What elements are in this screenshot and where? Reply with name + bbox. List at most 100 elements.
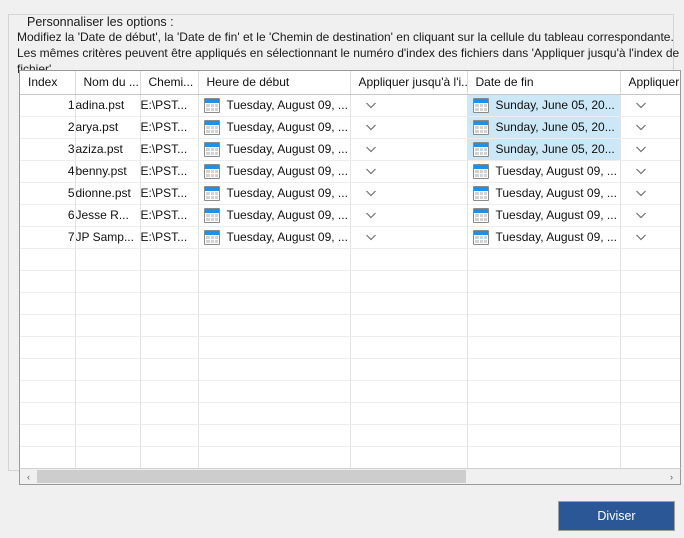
cell-start-time[interactable]: Tuesday, August 09, ...: [198, 138, 350, 160]
calendar-icon[interactable]: [473, 120, 489, 135]
column-header-name[interactable]: Nom du ...: [75, 71, 140, 94]
cell-end-date[interactable]: Tuesday, August 09, ...: [467, 204, 620, 226]
cell-apply-until-index-end[interactable]: [620, 204, 681, 226]
column-header-apply-start[interactable]: Appliquer jusqu'à l'i...: [350, 71, 467, 94]
cell-empty: [350, 446, 467, 468]
calendar-icon[interactable]: [204, 98, 220, 113]
table-row[interactable]: 3aziza.pstE:\PST...Tuesday, August 09, .…: [20, 138, 681, 160]
cell-index[interactable]: 7: [20, 226, 75, 248]
chevron-down-icon[interactable]: [364, 208, 378, 222]
cell-file-name[interactable]: adina.pst: [75, 94, 140, 116]
cell-source-path[interactable]: E:\PST...: [140, 94, 198, 116]
calendar-icon[interactable]: [204, 142, 220, 157]
scrollbar-thumb[interactable]: [37, 470, 466, 483]
cell-index[interactable]: 2: [20, 116, 75, 138]
cell-start-time[interactable]: Tuesday, August 09, ...: [198, 226, 350, 248]
cell-apply-until-index-start[interactable]: [350, 160, 467, 182]
scroll-left-button[interactable]: ‹: [20, 469, 37, 484]
calendar-icon[interactable]: [473, 98, 489, 113]
cell-index[interactable]: 6: [20, 204, 75, 226]
cell-apply-until-index-start[interactable]: [350, 116, 467, 138]
cell-file-name[interactable]: aziza.pst: [75, 138, 140, 160]
table-row[interactable]: 2arya.pstE:\PST...Tuesday, August 09, ..…: [20, 116, 681, 138]
cell-file-name[interactable]: benny.pst: [75, 160, 140, 182]
column-header-index[interactable]: Index: [20, 71, 75, 94]
cell-apply-until-index-end[interactable]: [620, 116, 681, 138]
column-header-apply-end[interactable]: Appliquer jusq: [620, 71, 681, 94]
cell-source-path[interactable]: E:\PST...: [140, 204, 198, 226]
column-header-path[interactable]: Chemi...: [140, 71, 198, 94]
scroll-right-button[interactable]: ›: [663, 469, 680, 484]
cell-apply-until-index-end[interactable]: [620, 138, 681, 160]
cell-file-name[interactable]: Jesse R...: [75, 204, 140, 226]
cell-end-date[interactable]: Tuesday, August 09, ...: [467, 226, 620, 248]
cell-file-name[interactable]: dionne.pst: [75, 182, 140, 204]
cell-source-path[interactable]: E:\PST...: [140, 116, 198, 138]
cell-index[interactable]: 3: [20, 138, 75, 160]
calendar-icon[interactable]: [473, 186, 489, 201]
chevron-down-icon[interactable]: [364, 142, 378, 156]
cell-index[interactable]: 1: [20, 94, 75, 116]
cell-apply-until-index-end[interactable]: [620, 94, 681, 116]
column-header-end-date[interactable]: Date de fin: [467, 71, 620, 94]
cell-apply-until-index-start[interactable]: [350, 182, 467, 204]
cell-file-name[interactable]: arya.pst: [75, 116, 140, 138]
cell-source-path[interactable]: E:\PST...: [140, 182, 198, 204]
split-button[interactable]: Diviser: [558, 501, 675, 531]
chevron-down-icon[interactable]: [634, 208, 648, 222]
chevron-down-icon[interactable]: [364, 120, 378, 134]
cell-end-date[interactable]: Sunday, June 05, 20...: [467, 116, 620, 138]
cell-apply-until-index-start[interactable]: [350, 226, 467, 248]
scrollbar-track[interactable]: [37, 469, 663, 484]
calendar-icon[interactable]: [204, 164, 220, 179]
chevron-down-icon[interactable]: [634, 120, 648, 134]
cell-index[interactable]: 5: [20, 182, 75, 204]
cell-start-time[interactable]: Tuesday, August 09, ...: [198, 160, 350, 182]
cell-apply-until-index-start[interactable]: [350, 204, 467, 226]
calendar-icon[interactable]: [473, 208, 489, 223]
cell-apply-until-index-start[interactable]: [350, 138, 467, 160]
cell-index[interactable]: 4: [20, 160, 75, 182]
chevron-down-icon[interactable]: [364, 230, 378, 244]
cell-start-time[interactable]: Tuesday, August 09, ...: [198, 204, 350, 226]
cell-apply-until-index-start[interactable]: [350, 94, 467, 116]
cell-apply-until-index-end[interactable]: [620, 182, 681, 204]
table-row[interactable]: 5dionne.pstE:\PST...Tuesday, August 09, …: [20, 182, 681, 204]
chevron-down-icon[interactable]: [634, 98, 648, 112]
cell-apply-until-index-end[interactable]: [620, 226, 681, 248]
cell-file-name[interactable]: JP Samp...: [75, 226, 140, 248]
cell-source-path[interactable]: E:\PST...: [140, 160, 198, 182]
chevron-down-icon[interactable]: [364, 164, 378, 178]
cell-source-path[interactable]: E:\PST...: [140, 138, 198, 160]
calendar-icon[interactable]: [204, 208, 220, 223]
column-header-start-time[interactable]: Heure de début: [198, 71, 350, 94]
chevron-down-icon[interactable]: [364, 98, 378, 112]
cell-start-time[interactable]: Tuesday, August 09, ...: [198, 94, 350, 116]
cell-start-time[interactable]: Tuesday, August 09, ...: [198, 182, 350, 204]
cell-source-path[interactable]: E:\PST...: [140, 226, 198, 248]
cell-apply-until-index-end[interactable]: [620, 160, 681, 182]
chevron-down-icon[interactable]: [634, 142, 648, 156]
calendar-icon[interactable]: [204, 230, 220, 245]
chevron-down-icon[interactable]: [634, 186, 648, 200]
cell-end-date[interactable]: Tuesday, August 09, ...: [467, 182, 620, 204]
files-grid[interactable]: Index Nom du ... Chemi... Heure de début…: [19, 70, 681, 485]
cell-start-time[interactable]: Tuesday, August 09, ...: [198, 116, 350, 138]
chevron-down-icon[interactable]: [634, 230, 648, 244]
table-row[interactable]: 7JP Samp...E:\PST...Tuesday, August 09, …: [20, 226, 681, 248]
cell-end-date[interactable]: Sunday, June 05, 20...: [467, 138, 620, 160]
table-row[interactable]: 1adina.pstE:\PST...Tuesday, August 09, .…: [20, 94, 681, 116]
chevron-down-icon[interactable]: [364, 186, 378, 200]
cell-end-date[interactable]: Sunday, June 05, 20...: [467, 94, 620, 116]
calendar-icon[interactable]: [473, 142, 489, 157]
table-row[interactable]: 4benny.pstE:\PST...Tuesday, August 09, .…: [20, 160, 681, 182]
table-row[interactable]: 6Jesse R...E:\PST...Tuesday, August 09, …: [20, 204, 681, 226]
cell-empty: [75, 446, 140, 468]
cell-end-date[interactable]: Tuesday, August 09, ...: [467, 160, 620, 182]
calendar-icon[interactable]: [473, 230, 489, 245]
grid-horizontal-scrollbar[interactable]: ‹ ›: [19, 468, 681, 485]
calendar-icon[interactable]: [204, 120, 220, 135]
calendar-icon[interactable]: [473, 164, 489, 179]
calendar-icon[interactable]: [204, 186, 220, 201]
chevron-down-icon[interactable]: [634, 164, 648, 178]
